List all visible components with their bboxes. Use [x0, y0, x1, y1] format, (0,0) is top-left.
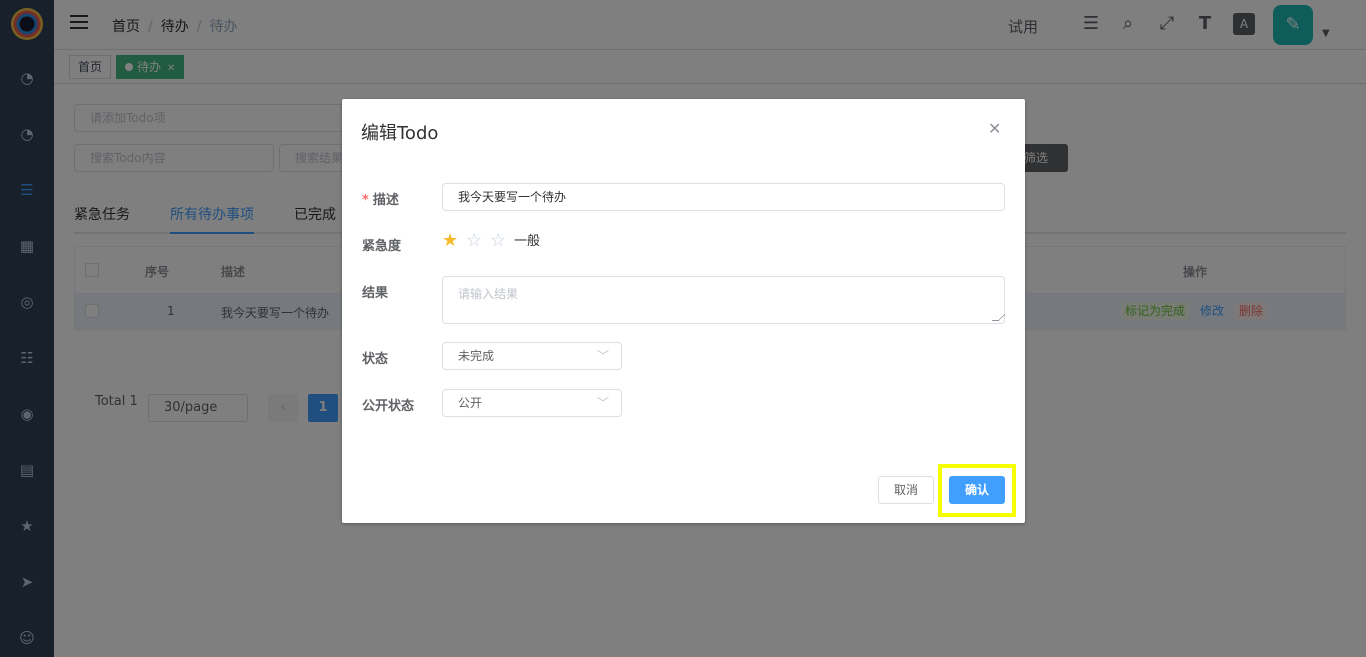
urgency-rating[interactable]: ★ ☆ ☆ — [442, 230, 514, 251]
close-icon[interactable]: ✕ — [988, 119, 1001, 138]
result-label: 结果 — [362, 286, 389, 301]
cancel-button[interactable]: 取消 — [878, 476, 934, 504]
edit-todo-dialog: 编辑Todo ✕ * 描述 我今天要写一个待办 紧急度 ★ ☆ ☆ 一般 结果 请输入… — [342, 99, 1025, 523]
visibility-value: 公开 — [458, 396, 483, 410]
result-textarea[interactable]: 请输入结果 — [442, 276, 1006, 324]
status-label: 状态 — [362, 352, 389, 367]
urgency-text: 一般 — [514, 234, 541, 249]
status-value: 未完成 — [458, 349, 495, 363]
status-select[interactable]: 未完成 ﹀ — [442, 342, 622, 370]
confirm-button[interactable]: 确认 — [949, 476, 1005, 504]
star-icon[interactable]: ☆ — [466, 230, 490, 251]
star-icon[interactable]: ★ — [442, 230, 466, 251]
chevron-down-icon: ﹀ — [596, 396, 609, 410]
desc-label-text: 描述 — [372, 193, 399, 208]
visibility-label: 公开状态 — [362, 399, 415, 414]
urgency-label: 紧急度 — [362, 239, 402, 254]
dialog-title: 编辑Todo — [361, 123, 439, 144]
visibility-select[interactable]: 公开 ﹀ — [442, 389, 622, 417]
desc-label: * 描述 — [362, 193, 399, 208]
result-placeholder: 请输入结果 — [458, 287, 519, 301]
chevron-down-icon: ﹀ — [596, 349, 609, 363]
desc-input[interactable]: 我今天要写一个待办 — [442, 183, 1005, 211]
resize-handle-icon[interactable] — [991, 314, 1006, 321]
star-icon[interactable]: ☆ — [490, 230, 514, 251]
